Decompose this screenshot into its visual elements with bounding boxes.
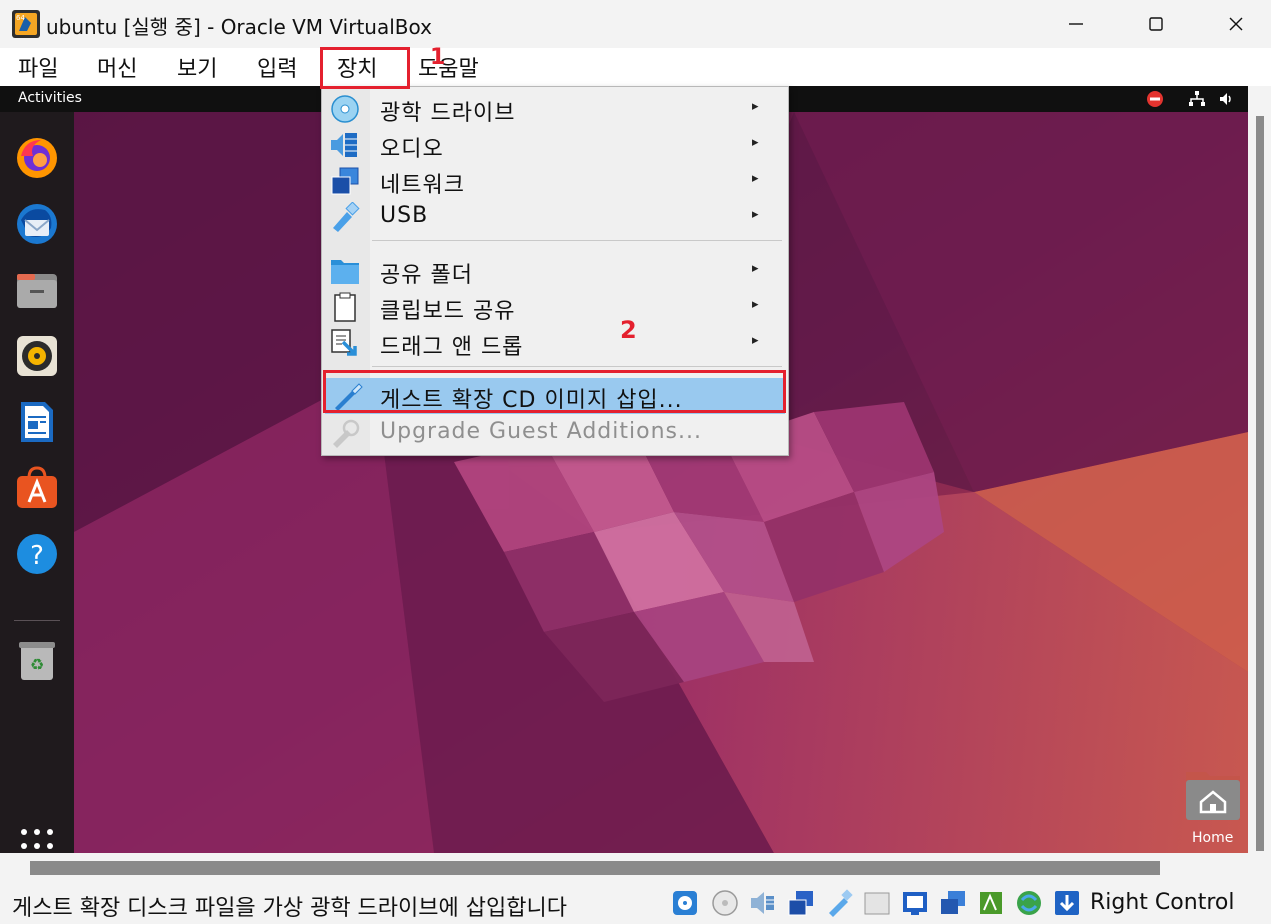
submenu-arrow-icon: ▸ [752, 261, 759, 276]
menu-item-label: 네트워크 [380, 173, 465, 198]
status-message: 게스트 확장 디스크 파일을 가상 광학 드라이브에 삽입합니다 [12, 896, 567, 921]
usb-status-icon[interactable] [824, 888, 854, 918]
menu-item-network[interactable]: 네트워크 ▸ [322, 163, 788, 199]
vertical-scrollbar[interactable] [1248, 86, 1271, 853]
submenu-arrow-icon: ▸ [752, 297, 759, 312]
show-apps-icon[interactable] [20, 828, 54, 850]
volume-icon[interactable] [1218, 90, 1236, 108]
upgrade-guest-additions-icon [333, 419, 360, 448]
submenu-arrow-icon: ▸ [752, 207, 759, 222]
host-key-label: Right Control [1090, 890, 1235, 915]
optical-disc-icon [331, 95, 359, 123]
firefox-icon[interactable] [15, 136, 59, 180]
menu-item-audio[interactable]: 오디오 ▸ [322, 127, 788, 163]
no-entry-icon[interactable] [1146, 90, 1164, 108]
maximize-button[interactable] [1126, 0, 1186, 48]
menu-item-upgrade-guest-additions: Upgrade Guest Additions... [322, 415, 788, 451]
vertical-scrollbar-thumb[interactable] [1256, 116, 1264, 851]
submenu-arrow-icon: ▸ [752, 135, 759, 150]
network-icon [331, 167, 359, 195]
title-bar[interactable]: 64 ubuntu [실행 중] - Oracle VM VirtualBox [0, 0, 1271, 48]
clipboard-icon [334, 292, 356, 322]
home-folder-icon[interactable] [1184, 766, 1242, 826]
virtualbox-window: 64 ubuntu [실행 중] - Oracle VM VirtualBox … [0, 0, 1271, 924]
menu-machine[interactable]: 머신 [97, 51, 137, 83]
menu-item-shared-clipboard[interactable]: 클립보드 공유 ▸ [322, 289, 788, 325]
activities-button[interactable]: Activities [18, 90, 82, 106]
hard-disk-status-icon[interactable] [670, 888, 700, 918]
menu-item-label: 광학 드라이브 [380, 101, 516, 126]
libreoffice-writer-icon[interactable] [15, 400, 59, 444]
maximize-icon [1149, 17, 1163, 31]
audio-icon [331, 133, 357, 157]
cpu-status-icon[interactable] [976, 888, 1006, 918]
submenu-arrow-icon: ▸ [752, 99, 759, 114]
minimize-icon [1069, 23, 1083, 25]
display-status-icon[interactable] [900, 888, 930, 918]
dock-separator [14, 620, 60, 621]
horizontal-scrollbar[interactable] [0, 853, 1271, 883]
annotation-box-step1 [320, 47, 410, 89]
recording-status-icon[interactable] [938, 888, 968, 918]
menu-input[interactable]: 입력 [257, 51, 297, 83]
submenu-arrow-icon: ▸ [752, 333, 759, 348]
audio-status-icon[interactable] [748, 888, 778, 918]
annotation-step2-label: 2 [620, 316, 637, 344]
menu-item-label: 오디오 [380, 137, 444, 162]
window-title: ubuntu [실행 중] - Oracle VM VirtualBox [46, 15, 432, 39]
close-icon [1229, 17, 1243, 31]
trash-icon[interactable]: ♻ [15, 638, 59, 682]
shared-folder-status-icon[interactable] [862, 888, 892, 918]
menu-view[interactable]: 보기 [177, 51, 217, 83]
submenu-arrow-icon: ▸ [752, 171, 759, 186]
menu-file[interactable]: 파일 [18, 51, 58, 83]
rhythmbox-icon[interactable] [15, 334, 59, 378]
annotation-box-step2 [323, 370, 786, 413]
svg-text:?: ? [30, 541, 44, 571]
close-button[interactable] [1206, 0, 1266, 48]
optical-drive-status-icon[interactable] [710, 888, 740, 918]
svg-text:64: 64 [16, 14, 25, 22]
menu-item-label: Upgrade Guest Additions... [380, 419, 702, 444]
help-icon[interactable]: ? [15, 532, 59, 576]
guest-additions-status-icon[interactable] [1014, 888, 1044, 918]
menu-item-label: USB [380, 203, 429, 228]
virtualbox-app-icon: 64 [12, 10, 40, 38]
host-key-arrow-icon[interactable] [1052, 888, 1082, 918]
app-center-icon[interactable] [15, 466, 59, 510]
menu-item-label: 클립보드 공유 [380, 299, 516, 324]
network-status-icon[interactable] [786, 888, 816, 918]
menu-separator [372, 366, 782, 367]
menu-item-usb[interactable]: USB ▸ [322, 199, 788, 235]
menu-separator [372, 240, 782, 241]
network-wired-icon[interactable] [1188, 90, 1206, 108]
menu-help[interactable]: 도움말 [418, 51, 479, 83]
status-bar: 게스트 확장 디스크 파일을 가상 광학 드라이브에 삽입합니다 Right C… [0, 883, 1271, 924]
svg-text:♻: ♻ [30, 655, 44, 674]
minimize-button[interactable] [1046, 0, 1106, 48]
horizontal-scrollbar-thumb[interactable] [30, 861, 1160, 875]
menu-item-label: 공유 폴더 [380, 263, 473, 288]
annotation-step1-label: 1 [430, 45, 446, 70]
menu-item-drag-and-drop[interactable]: 드래그 앤 드롭 ▸ [322, 325, 788, 361]
menu-item-optical-drive[interactable]: 광학 드라이브 ▸ [322, 91, 788, 127]
usb-icon [333, 202, 360, 232]
menu-item-label: 드래그 앤 드롭 [380, 335, 524, 360]
thunderbird-icon[interactable] [15, 202, 59, 246]
shared-folder-icon [331, 260, 359, 284]
home-folder-label: Home [1192, 830, 1234, 846]
drag-drop-icon [331, 329, 357, 356]
ubuntu-dock: ? ♻ [0, 112, 74, 853]
files-icon[interactable] [15, 268, 59, 312]
menu-item-shared-folders[interactable]: 공유 폴더 ▸ [322, 253, 788, 289]
menu-bar: 파일 머신 보기 입력 장치 도움말 [0, 48, 1271, 86]
